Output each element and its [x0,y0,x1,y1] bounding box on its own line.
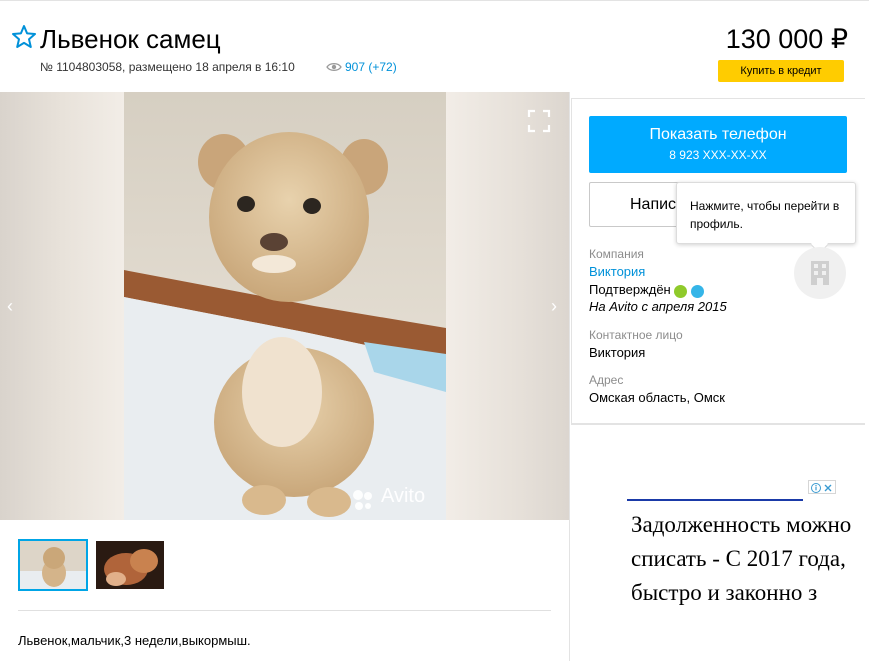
company-name-link[interactable]: Виктория [589,263,645,281]
avito-watermark: Avito [381,485,426,507]
star-icon[interactable] [11,24,37,50]
building-icon [811,261,829,285]
description-divider [18,610,551,611]
buy-on-credit-button[interactable]: Купить в кредит [718,60,844,82]
phone-verified-icon [674,285,687,298]
ad-choices-icon[interactable] [808,480,836,494]
member-since: На Avito с апреля 2015 [589,299,727,314]
column-divider [569,92,570,661]
page-title: Львенок самец [40,24,221,54]
company-label: Компания [589,247,644,261]
fullscreen-icon[interactable] [527,109,551,133]
arrow-left-icon[interactable]: ‹ [7,297,13,315]
address-label: Адрес [589,373,624,387]
top-border [0,0,869,1]
ad-top-line [627,499,803,501]
gallery-blur-left [0,92,124,520]
profile-tooltip: Нажмите, чтобы перейти в профиль. [676,182,856,244]
listing-meta: № 1104803058, размещено 18 апреля в 16:1… [40,60,295,74]
contact-person-name: Виктория [589,345,646,360]
main-photo[interactable] [124,92,446,520]
tooltip-text: Нажмите, чтобы перейти в профиль. [690,199,840,231]
photo-gallery[interactable]: ‹ › [0,92,569,520]
thumbnail-2[interactable] [96,541,164,589]
phone-number-masked: 8 923 XXX-XX-XX [669,148,767,162]
eye-icon [326,62,342,72]
company-avatar[interactable] [794,247,846,299]
arrow-right-icon[interactable]: › [551,297,557,315]
price: 130 000 ₽ [725,24,848,54]
thumbnail-1[interactable] [18,539,88,591]
show-phone-label: Показать телефон [649,126,787,143]
views-count[interactable]: 907 (+72) [345,59,397,75]
ad-text[interactable]: Задолженность можно списать - С 2017 год… [631,508,861,610]
show-phone-button[interactable]: Показать телефон 8 923 XXX-XX-XX [589,116,847,173]
contact-person-label: Контактное лицо [589,328,683,342]
avito-logo-icon [353,490,372,510]
description-text: Львенок,мальчик,3 недели,выкормыш. [18,633,251,648]
write-message-label: Напис [630,196,677,213]
email-verified-icon [691,285,704,298]
confirmed-text: Подтверждён [589,282,671,297]
seller-panel-bottom [571,424,865,425]
address-value: Омская область, Омск [589,390,725,405]
